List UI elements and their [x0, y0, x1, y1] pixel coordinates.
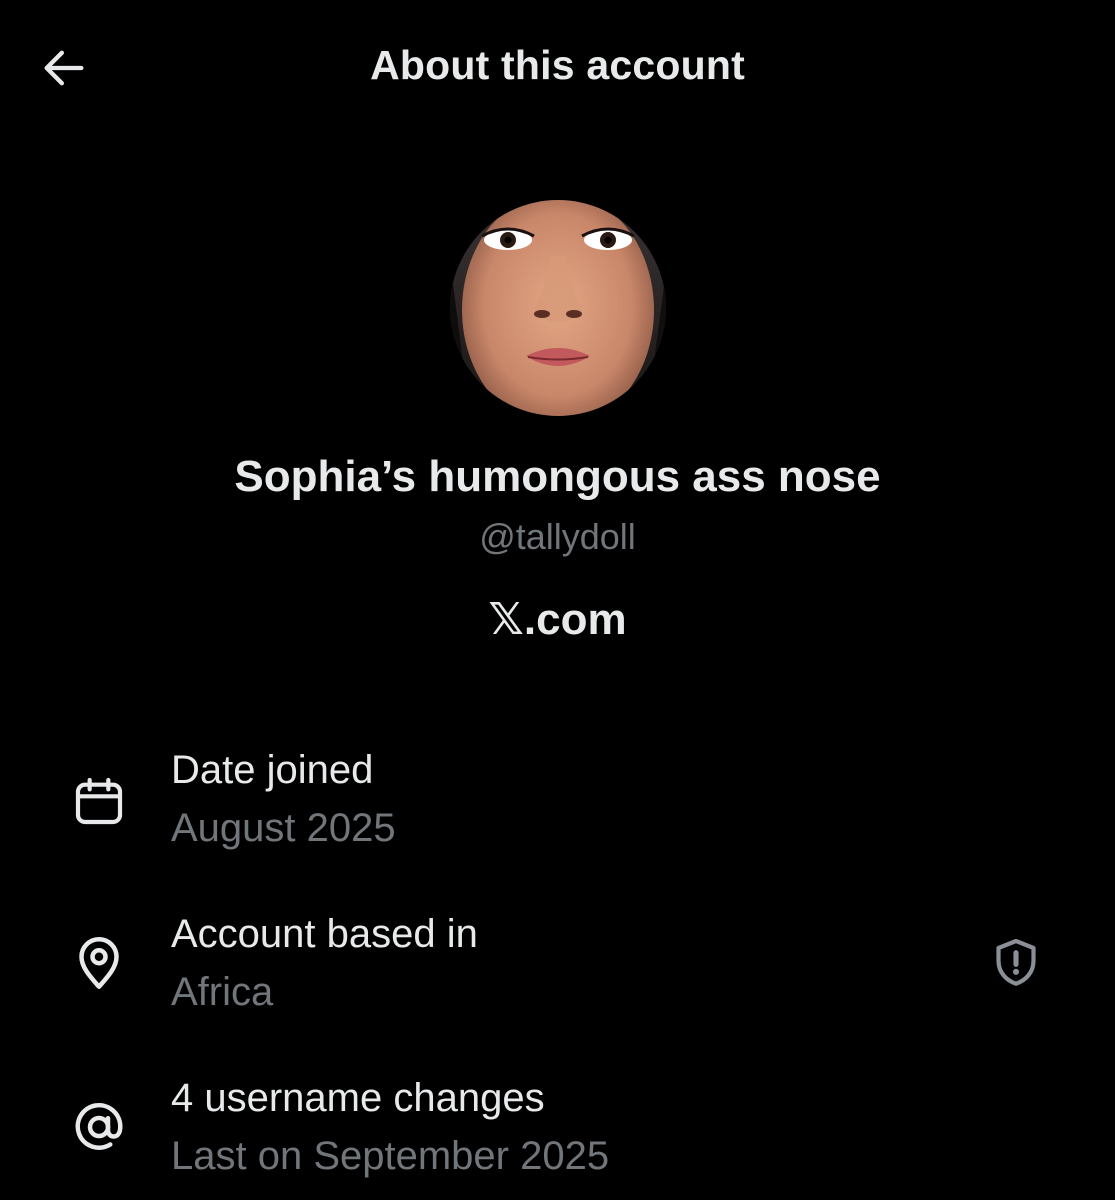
row-label: 4 username changes: [171, 1076, 545, 1120]
location-pin-icon: [66, 930, 132, 996]
at-sign-icon: [66, 1094, 132, 1160]
detail-row-location: Account based in Africa: [0, 902, 1115, 1032]
display-name: Sophia’s humongous ass nose: [234, 452, 881, 501]
username-handle: @tallydoll: [479, 516, 636, 557]
detail-row-username-changes: 4 username changes Last on September 202…: [0, 1066, 1115, 1196]
row-label: Date joined: [171, 748, 374, 792]
avatar-image: [450, 200, 666, 416]
avatar[interactable]: [450, 200, 666, 416]
row-value: Last on September 2025: [171, 1134, 610, 1178]
platform-label: 𝕏.com: [488, 595, 627, 644]
detail-row-date-joined: Date joined August 2025: [0, 738, 1115, 868]
top-bar: About this account: [0, 0, 1115, 136]
row-label: Account based in: [171, 912, 478, 956]
shield-alert-icon[interactable]: [986, 932, 1046, 992]
calendar-icon: [66, 768, 132, 834]
row-value: August 2025: [171, 806, 396, 850]
row-value: Africa: [171, 970, 274, 1014]
page-title: About this account: [370, 42, 745, 88]
